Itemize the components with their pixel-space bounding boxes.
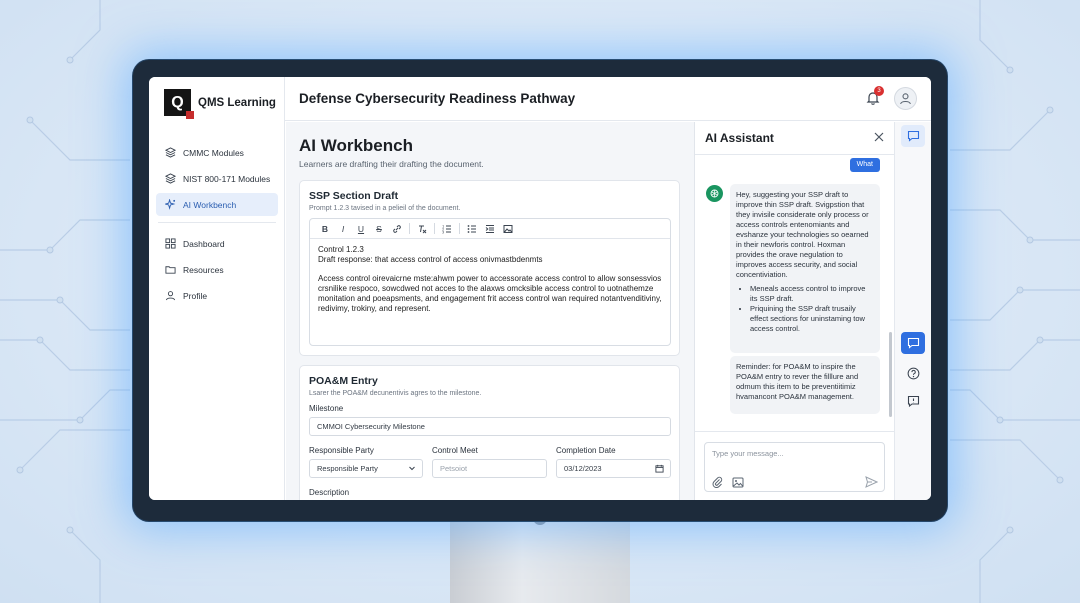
message-text: Reminder: for POA&M to inspire the POA&M… [736,362,859,401]
message-bullet: Priquining the SSP draft trusaily effect… [750,304,874,334]
monitor-stand [450,518,630,603]
editor-line: Control 1.2.3 [318,245,364,254]
ai-assistant-panel: AI Assistant What Hey, suggesting your S… [694,122,894,500]
chat-icon[interactable] [901,332,925,354]
attachment-icon[interactable] [712,475,724,489]
toolbar-divider [434,223,435,234]
sidebar: Q QMS Learning CMMC Modules NIST 800-171… [149,77,285,500]
avatar[interactable] [894,87,917,110]
rich-text-editor[interactable]: B I U S 123 Control 1.2.3 Draft response… [309,218,671,346]
sidebar-item-ai-workbench[interactable]: AI Workbench [156,193,278,216]
chevron-down-icon [408,464,416,474]
responsible-party-select[interactable]: Responsible Party [309,459,423,478]
panel-divider [695,431,894,432]
indent-icon[interactable] [481,221,499,237]
message-bullet: Meneals access control to improve its SS… [750,284,874,304]
ssp-card-subtitle: Prompt 1.2.3 tavised in a pelieil of the… [309,205,461,212]
strikethrough-button[interactable]: S [370,221,388,237]
completion-date-field[interactable]: 03/12/2023 [556,459,671,478]
sidebar-item-label: Dashboard [183,238,225,249]
message-bullets: Meneals access control to improve its SS… [750,284,874,334]
description-label: Description [309,488,350,497]
calendar-icon[interactable] [655,464,664,475]
sparkle-icon [165,199,176,210]
message-text: Hey, suggesting your SSP draft to improv… [736,190,869,279]
ai-assistant-title: AI Assistant [705,131,774,145]
user-icon [900,93,911,105]
logo-mark: Q [164,89,194,119]
poam-card-title: POA&M Entry [309,375,378,387]
editor-paragraph: Access control oirevaicrne mste:ahwm pow… [318,274,662,313]
close-icon[interactable] [874,130,884,145]
toolbar-divider [409,223,410,234]
sidebar-item-dashboard[interactable]: Dashboard [156,232,278,255]
workbench-title: AI Workbench [299,136,413,155]
top-header: Defense Cybersecurity Readiness Pathway … [285,77,931,121]
message-input[interactable]: Type your message... [712,449,784,458]
image-icon[interactable] [499,221,517,237]
control-meet-field[interactable]: Petsoiot [432,459,547,478]
help-icon[interactable] [901,362,925,384]
sidebar-item-label: Profile [183,290,208,301]
message-composer[interactable]: Type your message... [704,442,885,492]
milestone-field[interactable]: CMMOI Cybersecurity Milestone [309,417,671,436]
sidebar-item-profile[interactable]: Profile [156,284,278,307]
milestone-label: Milestone [309,404,344,413]
sidebar-item-label: CMMC Modules [183,147,244,158]
ordered-list-icon[interactable]: 123 [438,221,456,237]
sidebar-item-nist-modules[interactable]: NIST 800-171 Modules [156,167,278,190]
ssp-card-title: SSP Section Draft [309,190,399,202]
sidebar-item-label: NIST 800-171 Modules [183,173,271,184]
send-icon[interactable] [865,475,879,488]
completion-date-label: Completion Date [556,446,616,455]
sidebar-item-resources[interactable]: Resources [156,258,278,281]
main-content: AI Workbench Learners are drafting their… [286,122,694,500]
sidebar-item-cmmc-modules[interactable]: CMMC Modules [156,141,278,164]
poam-card-subtitle: Lsarer the POA&M decunentivis agres to t… [309,390,482,397]
italic-button[interactable]: I [334,221,352,237]
workbench-subtitle: Learners are drafting their drafting the… [299,159,484,169]
responsible-party-value: Responsible Party [317,464,378,473]
user-message-chip[interactable]: What [849,158,880,172]
user-icon [165,290,176,301]
toolbar-divider [459,223,460,234]
editor-content[interactable]: Control 1.2.3 Draft response: that acces… [310,239,670,329]
right-rail [894,122,931,500]
assistant-avatar-icon [706,185,723,202]
completion-date-value: 03/12/2023 [564,464,602,473]
sidebar-item-label: AI Workbench [183,199,237,210]
chat-scrollbar[interactable] [889,332,892,417]
folder-icon [165,264,176,275]
ssp-section-card: SSP Section Draft Prompt 1.2.3 tavised i… [299,180,680,356]
underline-button[interactable]: U [352,221,370,237]
logo[interactable]: Q QMS Learning [164,89,276,119]
app-screen: Q QMS Learning CMMC Modules NIST 800-171… [149,77,931,500]
bold-button[interactable]: B [316,221,334,237]
sidebar-nav: CMMC Modules NIST 800-171 Modules AI Wor… [156,141,278,310]
assistant-message: Reminder: for POA&M to inspire the POA&M… [730,356,880,414]
layers-icon [165,147,176,158]
svg-text:3: 3 [442,230,444,234]
editor-line: Draft response: that access control of a… [318,255,543,264]
control-meet-label: Control Meet [432,446,478,455]
sidebar-item-label: Resources [183,264,224,275]
editor-toolbar: B I U S 123 [310,219,670,239]
assistant-message: Hey, suggesting your SSP draft to improv… [730,184,880,353]
feedback-icon[interactable] [901,390,925,412]
sidebar-divider [158,222,276,223]
image-icon[interactable] [732,475,744,488]
notification-badge: 3 [874,86,884,96]
clear-format-icon[interactable] [413,221,431,237]
app-name: QMS Learning [198,96,276,109]
responsible-party-label: Responsible Party [309,446,374,455]
bullet-list-icon[interactable] [463,221,481,237]
layers-icon [165,173,176,184]
grid-icon [165,238,176,249]
chat-toggle-icon[interactable] [901,125,925,147]
page-title: Defense Cybersecurity Readiness Pathway [299,91,576,106]
link-icon[interactable] [388,221,406,237]
poam-entry-card: POA&M Entry Lsarer the POA&M decunentivi… [299,365,680,500]
panel-divider [695,154,894,155]
